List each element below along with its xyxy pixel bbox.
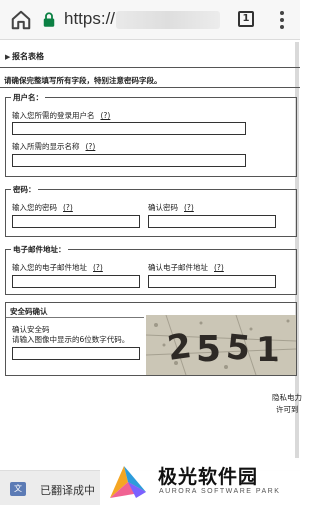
username-fieldset: 用户名： 输入您所需的登录用户名 (?) 输入所需的显示名称 (?) (5, 92, 297, 177)
login-username-input[interactable] (12, 122, 246, 135)
display-name-input[interactable] (12, 154, 246, 167)
help-link[interactable]: (?) (93, 263, 103, 272)
divider (0, 67, 300, 68)
divider (0, 87, 300, 88)
password-fieldset: 密码： 输入您的密码 (?) 确认密码 (?) (5, 184, 297, 237)
svg-text:1: 1 (256, 330, 280, 370)
watermark: 极光软件园 AURORA SOFTWARE PARK (100, 458, 300, 505)
help-link[interactable]: (?) (184, 203, 194, 212)
home-icon[interactable] (10, 9, 32, 31)
translation-status[interactable]: 已翻译成中 (40, 482, 95, 498)
confirm-email-label: 确认电子邮件地址 (?) (148, 263, 224, 272)
expand-triangle-icon: ▶ (5, 53, 11, 61)
login-username-label: 输入您所需的登录用户名 (?) (12, 111, 111, 120)
email-input[interactable] (12, 275, 140, 288)
email-label: 输入您的电子邮件地址 (?) (12, 263, 103, 272)
browser-toolbar: https:// 1 (0, 0, 300, 40)
license-link[interactable]: 许可到 (276, 404, 299, 415)
captcha-section: 安全码确认 确认安全码 请输入图像中显示的6位数字代码。 2 5 5 1 (5, 302, 297, 376)
email-legend: 电子邮件地址： (11, 244, 68, 255)
confirm-email-input[interactable] (148, 275, 276, 288)
translate-icon[interactable]: 文 (10, 482, 26, 496)
lock-icon[interactable] (40, 11, 58, 29)
section-header[interactable]: ▶ 报名表格 (0, 50, 300, 64)
more-menu-icon[interactable] (272, 10, 292, 30)
captcha-image: 2 5 5 1 (146, 315, 296, 375)
display-name-label: 输入所需的显示名称 (?) (12, 142, 96, 151)
svg-text:5: 5 (224, 327, 252, 369)
help-link[interactable]: (?) (101, 111, 111, 120)
username-legend: 用户名： (11, 92, 45, 103)
confirm-password-label: 确认密码 (?) (148, 203, 194, 212)
divider (6, 317, 144, 318)
captcha-instructions: 请输入图像中显示的6位数字代码。 (12, 335, 130, 344)
watermark-subtitle: AURORA SOFTWARE PARK (159, 488, 281, 495)
password-legend: 密码： (11, 184, 38, 195)
url-redacted (116, 11, 220, 29)
aurora-logo-icon (110, 466, 146, 498)
password-label: 输入您的密码 (?) (12, 203, 73, 212)
password-input[interactable] (12, 215, 140, 228)
form-instructions: 请确保完整填写所有字段，特别注意密码字段。 (4, 76, 162, 85)
captcha-title: 安全码确认 (10, 307, 48, 316)
help-link[interactable]: (?) (86, 142, 96, 151)
email-fieldset: 电子邮件地址： 输入您的电子邮件地址 (?) 确认电子邮件地址 (?) (5, 244, 297, 295)
svg-text:5: 5 (196, 329, 221, 370)
help-link[interactable]: (?) (63, 203, 73, 212)
confirm-password-input[interactable] (148, 215, 276, 228)
url-text[interactable]: https:// (64, 9, 115, 29)
help-link[interactable]: (?) (214, 263, 224, 272)
captcha-input[interactable] (12, 347, 140, 360)
privacy-link[interactable]: 隐私电力 (272, 392, 302, 403)
section-title: 报名表格 (12, 52, 44, 61)
tab-switcher-button[interactable]: 1 (238, 11, 254, 27)
watermark-title: 极光软件园 (158, 466, 259, 488)
